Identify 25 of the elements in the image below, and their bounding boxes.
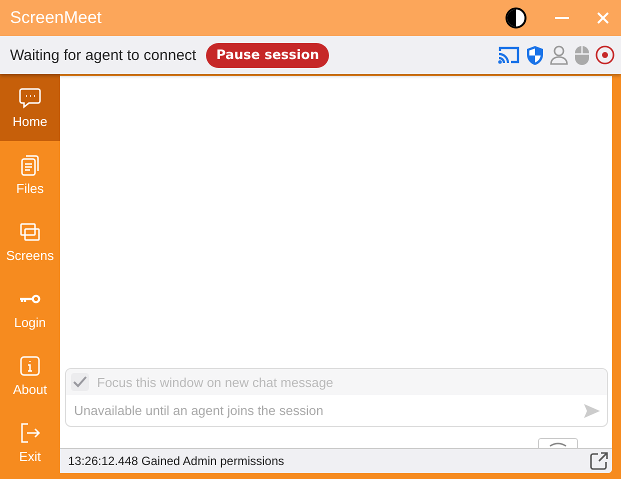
caret-icon [549, 440, 567, 446]
send-icon[interactable] [583, 402, 601, 418]
shield-icon [526, 44, 544, 66]
checkbox-label: Focus this window on new chat message [97, 374, 334, 390]
message-field[interactable]: Unavailable until an agent joins the session [66, 399, 583, 422]
sidebar-item[interactable]: Login [0, 275, 60, 342]
pause-session-button[interactable]: Pause session [206, 42, 330, 68]
record-icon [595, 45, 615, 65]
chat-icon [18, 86, 42, 110]
sidebar-item[interactable]: Exit [0, 409, 60, 476]
info-icon [18, 354, 42, 378]
popout-icon[interactable] [590, 452, 608, 470]
status-message: 13:26:12.448 Gained Admin permissions [68, 454, 284, 468]
window-title: ScreenMeet [10, 8, 102, 28]
cast-icon [497, 45, 521, 65]
close-icon[interactable] [597, 12, 609, 24]
session-status: Waiting for agent to connect [10, 46, 196, 64]
sidebar-item[interactable]: Home [0, 74, 60, 141]
contrast-icon[interactable] [505, 7, 527, 29]
mouse-icon [574, 44, 590, 66]
sidebar-item[interactable]: Files [0, 141, 60, 208]
person-icon [549, 45, 569, 65]
minimize-icon[interactable] [555, 16, 569, 20]
sidebar-item[interactable]: Screens [0, 208, 60, 275]
sidebar-item[interactable]: About [0, 342, 60, 409]
